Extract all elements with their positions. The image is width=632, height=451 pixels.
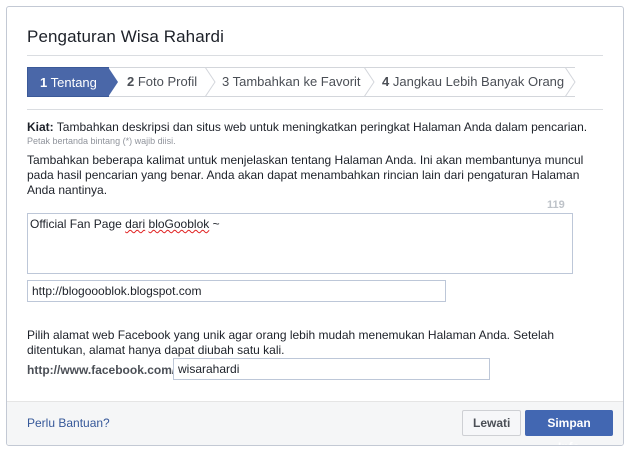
tip-label: Kiat: xyxy=(27,120,54,134)
step-about[interactable]: 1 Tentang xyxy=(27,67,118,97)
save-info-button[interactable]: Simpan Info xyxy=(525,410,613,445)
tip-text: Kiat: Tambahkan deskripsi dan situs web … xyxy=(27,120,587,134)
description-help-text: Tambahkan beberapa kalimat untuk menjela… xyxy=(27,153,584,197)
skip-button[interactable]: Lewati xyxy=(462,410,521,436)
chevron-right-icon xyxy=(362,67,376,97)
step-profile-photo[interactable]: 2 Foto Profil xyxy=(127,67,197,97)
step-number: 1 xyxy=(40,75,48,90)
misspelled-word: dari xyxy=(125,217,146,231)
address-help-text: Pilih alamat web Facebook yang unik agar… xyxy=(27,328,554,357)
required-fields-note: Petak bertanda bintang (*) wajib diisi. xyxy=(27,136,176,146)
step-label: Foto Profil xyxy=(137,74,198,89)
step-add-favorites[interactable]: 3 Tambahkan ke Favorit xyxy=(222,67,361,97)
description-text: Official Fan Page xyxy=(30,217,126,231)
username-input[interactable] xyxy=(173,358,490,380)
tip-body: Tambahkan deskripsi dan situs web untuk … xyxy=(56,120,588,134)
step-number: 4 xyxy=(382,74,390,89)
description-value: Official Fan Page dari bloGooblok ~ xyxy=(30,217,220,231)
step-label: Jangkau Lebih Banyak Orang xyxy=(392,74,565,89)
description-text: ~ xyxy=(209,217,220,231)
step-label: Tambahkan ke Favorit xyxy=(232,74,361,89)
step-number: 2 xyxy=(127,74,135,89)
misspelled-word: bloGooblok xyxy=(148,217,210,231)
step-number: 3 xyxy=(222,74,230,89)
chevron-right-icon xyxy=(203,67,217,97)
dialog-footer: Perlu Bantuan? Lewati Simpan Info xyxy=(7,401,623,445)
stepper-divider xyxy=(27,109,603,110)
setup-stepper: 1 Tentang 2 Foto Profil 3 Tambahkan ke F… xyxy=(27,66,576,98)
dialog-title: Pengaturan Wisa Rahardi xyxy=(27,27,224,46)
facebook-url-prefix: http://www.facebook.com/ xyxy=(27,363,176,377)
page-setup-dialog: Pengaturan Wisa Rahardi 1 Tentang 2 Foto… xyxy=(6,6,624,446)
help-link[interactable]: Perlu Bantuan? xyxy=(27,416,110,430)
website-input[interactable] xyxy=(27,280,446,302)
step-label: Tentang xyxy=(50,75,97,90)
step-reach-more-people[interactable]: 4 Jangkau Lebih Banyak Orang xyxy=(382,67,564,97)
char-counter: 119 xyxy=(547,199,565,211)
chevron-right-icon xyxy=(564,66,579,98)
title-divider xyxy=(27,55,603,56)
